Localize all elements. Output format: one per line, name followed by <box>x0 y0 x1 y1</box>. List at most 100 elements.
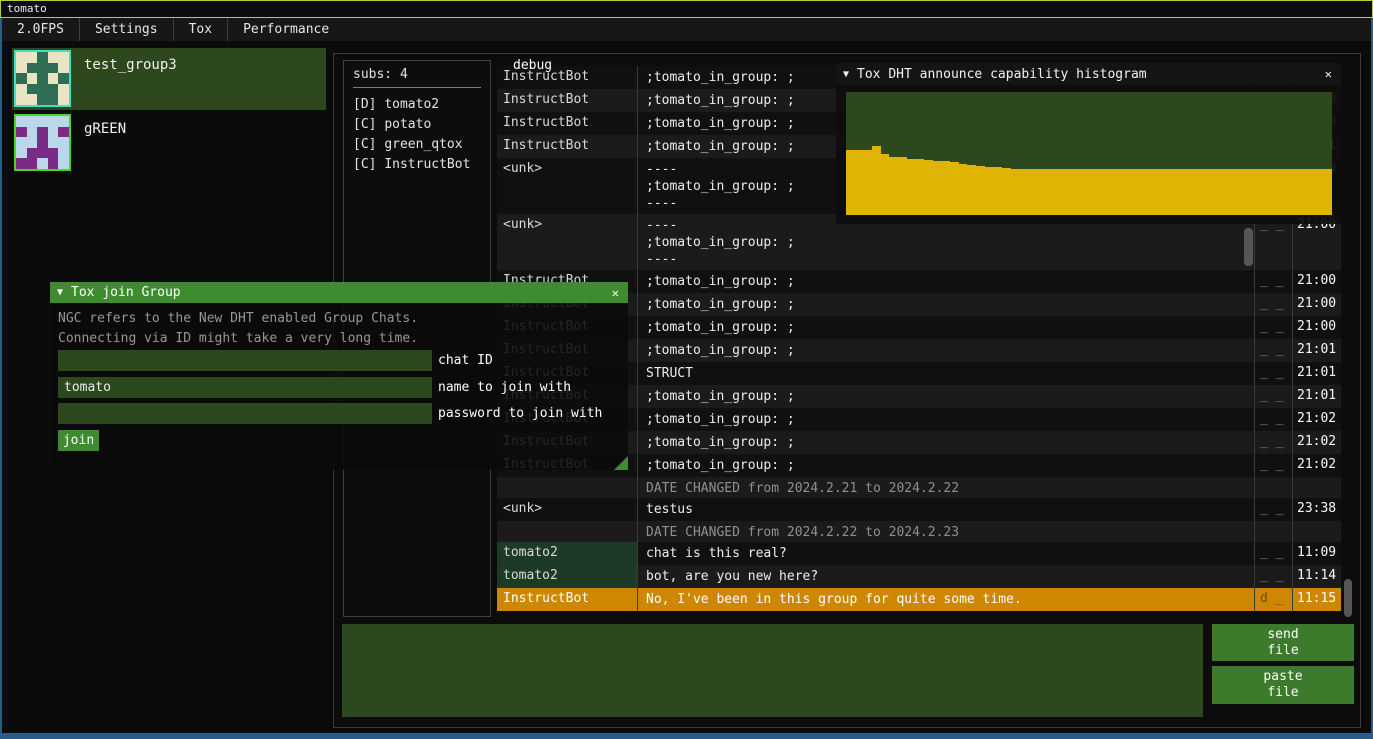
member-item[interactable]: [C] green_qtox <box>353 135 481 155</box>
join-group-window: ▼ Tox join Group ✕ NGC refers to the New… <box>50 282 628 470</box>
histogram-bar <box>976 166 985 215</box>
member-item[interactable]: [D] tomato2 <box>353 95 481 115</box>
group-row-gREEN[interactable]: gREEN <box>12 112 326 174</box>
join-field-input[interactable] <box>58 350 432 371</box>
collapse-icon[interactable]: ▼ <box>843 69 849 80</box>
member-item[interactable]: [C] potato <box>353 115 481 135</box>
message-text: ;tomato_in_group: ; <box>637 293 1254 316</box>
message-text: No, I've been in this group for quite so… <box>637 588 1254 611</box>
message-timestamp: 21:01 <box>1292 385 1341 408</box>
window-title: tomato <box>7 2 47 15</box>
member-connection-tag: [C] <box>353 137 376 152</box>
group-row-test_group3[interactable]: test_group3 <box>12 48 326 110</box>
histogram-bar <box>1080 169 1089 215</box>
message-text: ;tomato_in_group: ; <box>637 454 1254 477</box>
histogram-bar <box>846 150 855 215</box>
app-window: tomato 2.0FPS Settings Tox Performance t… <box>0 0 1373 739</box>
histogram-bar <box>1106 169 1115 215</box>
message-text: bot, are you new here? <box>637 565 1254 588</box>
paste-file-button[interactable]: paste file <box>1212 666 1354 704</box>
message-timestamp <box>1292 477 1341 498</box>
histogram-bar <box>1262 169 1271 215</box>
message-delivery-indicator: _ _ <box>1254 339 1292 362</box>
member-name: InstructBot <box>384 157 470 172</box>
message-delivery-indicator: _ _ <box>1254 431 1292 454</box>
member-list-separator <box>353 87 481 88</box>
message-input[interactable] <box>342 624 1203 717</box>
message-text: ;tomato_in_group: ; <box>637 408 1254 431</box>
join-field-input[interactable] <box>58 403 432 424</box>
histogram-bar <box>855 150 864 215</box>
message-delivery-indicator: _ _ <box>1254 385 1292 408</box>
group-avatar <box>14 114 71 171</box>
histogram-bar <box>1167 169 1176 215</box>
message-text: ;tomato_in_group: ; <box>637 385 1254 408</box>
window-title-bar[interactable]: tomato <box>0 0 1373 18</box>
join-group-description-line1: NGC refers to the New DHT enabled Group … <box>58 311 418 326</box>
menu-item-performance[interactable]: Performance <box>227 18 344 41</box>
tab-debug[interactable]: debug <box>513 58 552 73</box>
send-file-button[interactable]: send file <box>1212 624 1354 661</box>
histogram-bar <box>1280 169 1289 215</box>
menu-item-tox[interactable]: Tox <box>173 18 227 41</box>
histogram-bar <box>1115 169 1124 215</box>
message-text: ;tomato_in_group: ; <box>637 431 1254 454</box>
message-sender: tomato2 <box>497 565 637 588</box>
histogram-bar <box>863 150 872 215</box>
resize-grip[interactable] <box>614 456 628 470</box>
message-text: DATE CHANGED from 2024.2.22 to 2024.2.23 <box>637 521 1254 542</box>
message-timestamp: 21:00 <box>1292 293 1341 316</box>
histogram-bar <box>1089 169 1098 215</box>
histogram-bar <box>1045 169 1054 215</box>
member-name: green_qtox <box>384 137 462 152</box>
dht-histogram-title-bar[interactable]: ▼ Tox DHT announce capability histogram … <box>836 63 1341 85</box>
group-name: gREEN <box>84 121 126 172</box>
chat-message-row[interactable]: <unk> testus _ _ 23:38 <box>497 498 1341 521</box>
message-delivery-indicator: _ _ <box>1254 316 1292 339</box>
histogram-bar <box>933 161 942 215</box>
message-timestamp <box>1292 521 1341 542</box>
histogram-bar <box>1193 169 1202 215</box>
chat-message-row[interactable]: tomato2 chat is this real? _ _ 11:09 <box>497 542 1341 565</box>
histogram-bar <box>1245 169 1254 215</box>
histogram-bar <box>889 157 898 215</box>
join-field-label: password to join with <box>438 406 602 421</box>
close-icon[interactable]: ✕ <box>610 286 621 300</box>
member-name: potato <box>384 117 431 132</box>
histogram-bar <box>1176 169 1185 215</box>
histogram-bar <box>950 162 959 215</box>
member-connection-tag: [C] <box>353 117 376 132</box>
histogram-bar <box>1288 169 1297 215</box>
histogram-bar <box>1071 169 1080 215</box>
join-group-title-bar[interactable]: ▼ Tox join Group ✕ <box>50 282 628 303</box>
histogram-bar <box>959 164 968 215</box>
histogram-bar <box>1097 169 1106 215</box>
menu-item-2.0fps[interactable]: 2.0FPS <box>2 18 79 41</box>
menu-item-settings[interactable]: Settings <box>79 18 173 41</box>
message-text: chat is this real? <box>637 542 1254 565</box>
member-item[interactable]: [C] InstructBot <box>353 155 481 175</box>
dht-histogram-window: ▼ Tox DHT announce capability histogram … <box>836 63 1341 224</box>
histogram-bar <box>915 159 924 215</box>
close-icon[interactable]: ✕ <box>1323 67 1334 81</box>
message-delivery-indicator: _ _ <box>1254 565 1292 588</box>
histogram-bar <box>1141 169 1150 215</box>
message-timestamp: 11:14 <box>1292 565 1341 588</box>
message-sender: InstructBot <box>497 135 637 158</box>
message-text: ;tomato_in_group: ; <box>637 270 1254 293</box>
join-field-row: chat ID <box>58 350 493 371</box>
join-button[interactable]: join <box>58 430 99 451</box>
join-field-input[interactable] <box>58 377 432 398</box>
chat-message-row[interactable]: DATE CHANGED from 2024.2.22 to 2024.2.23 <box>497 521 1341 542</box>
collapse-icon[interactable]: ▼ <box>57 287 63 298</box>
panel-scrollbar-thumb[interactable] <box>1344 579 1352 617</box>
chat-message-row[interactable]: DATE CHANGED from 2024.2.21 to 2024.2.22 <box>497 477 1341 498</box>
histogram-bar <box>1054 169 1063 215</box>
chat-message-row[interactable]: InstructBot No, I've been in this group … <box>497 588 1341 611</box>
chat-message-row[interactable]: tomato2 bot, are you new here? _ _ 11:14 <box>497 565 1341 588</box>
histogram-bar <box>1011 169 1020 215</box>
message-timestamp: 21:00 <box>1292 270 1341 293</box>
chat-scrollbar-thumb[interactable] <box>1244 228 1253 266</box>
histogram-bar <box>1210 169 1219 215</box>
menu-bar: 2.0FPS Settings Tox Performance <box>2 18 1371 41</box>
